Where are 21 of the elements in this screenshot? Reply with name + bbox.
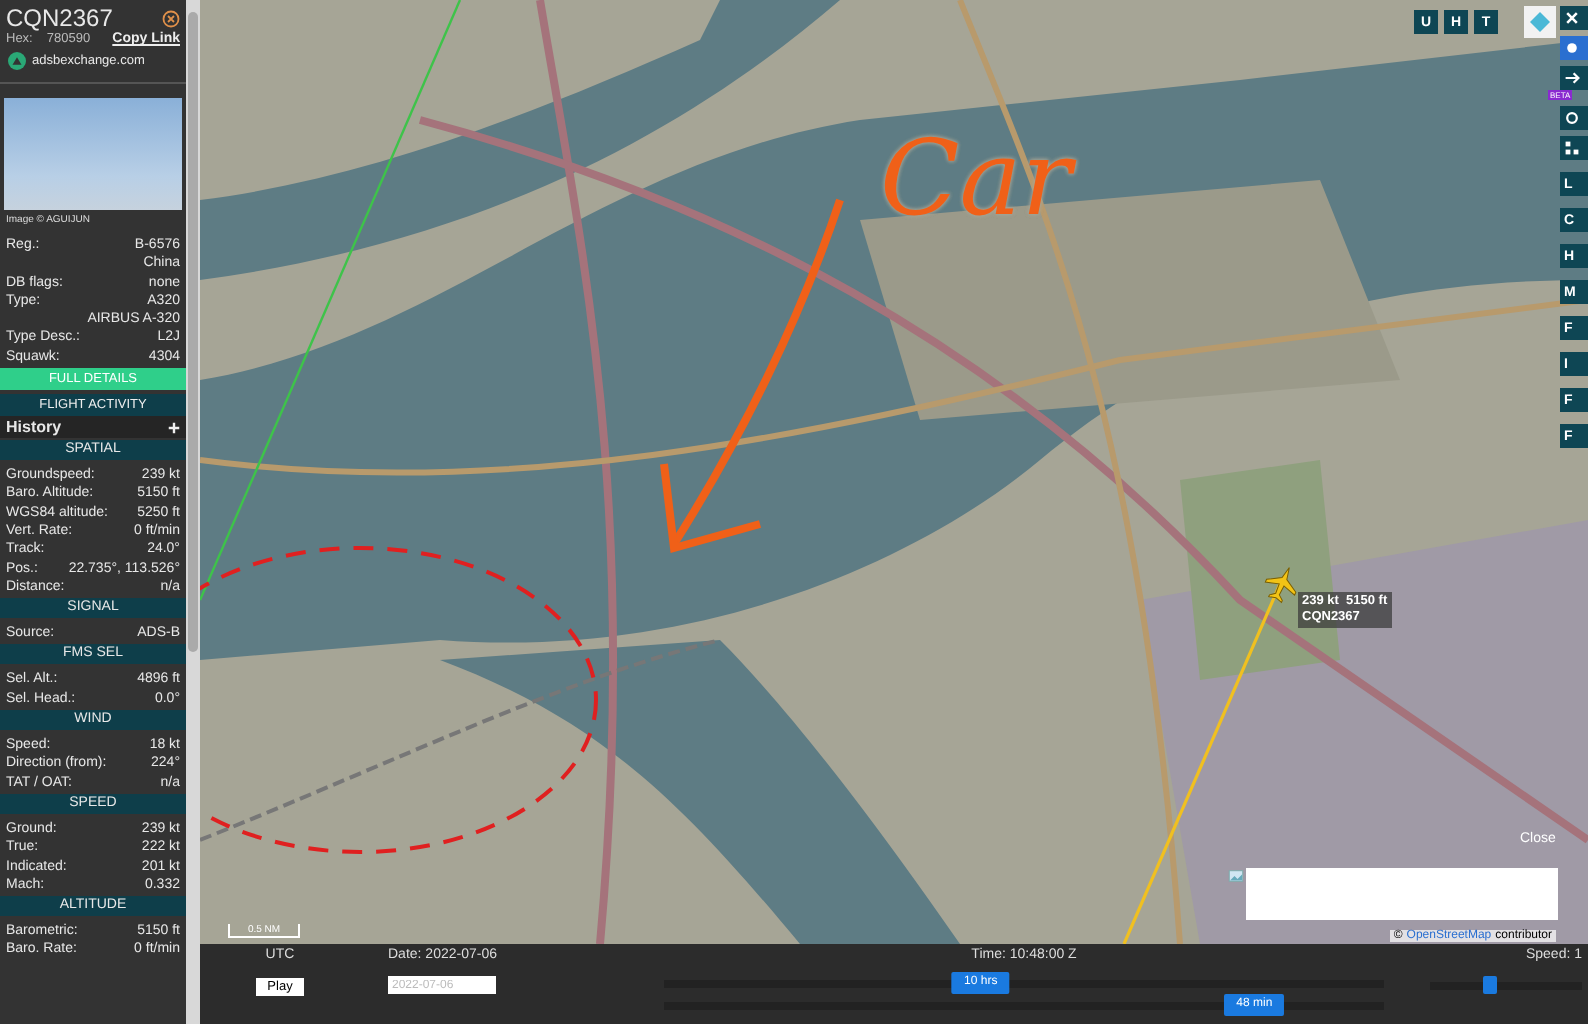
close-button[interactable] <box>1560 6 1588 30</box>
slider-handle[interactable] <box>1483 976 1498 994</box>
scrollbar[interactable] <box>186 0 200 1024</box>
site-logo-icon <box>8 52 26 70</box>
arrow-icon <box>1564 70 1580 86</box>
circle-button[interactable] <box>1560 36 1588 60</box>
grid-button[interactable] <box>1560 136 1588 160</box>
grid-icon <box>1564 140 1580 156</box>
circle-icon <box>1564 40 1580 56</box>
callsign-title: CQN2367 <box>6 4 113 32</box>
arrow-button[interactable] <box>1560 66 1588 90</box>
history-label: History <box>6 418 62 437</box>
history-header[interactable]: History <box>0 416 186 439</box>
ring-icon <box>1564 110 1580 126</box>
close-icon[interactable] <box>162 9 180 27</box>
settings-button[interactable] <box>1560 106 1588 130</box>
image-icon <box>1228 870 1244 882</box>
close-icon <box>1564 10 1580 26</box>
airplane-icon[interactable] <box>1262 564 1302 604</box>
plus-icon[interactable] <box>168 421 180 434</box>
diamond-icon <box>1528 10 1552 34</box>
